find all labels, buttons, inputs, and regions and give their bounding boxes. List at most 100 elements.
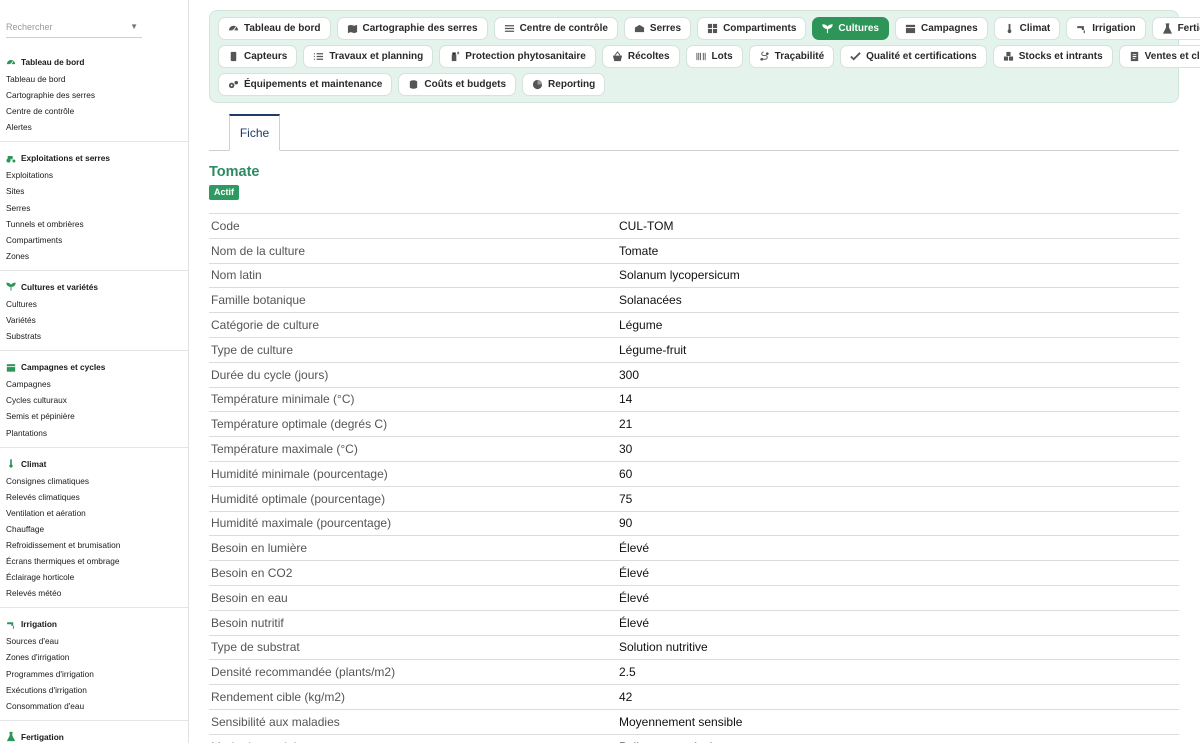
module-button[interactable]: Reporting: [522, 73, 606, 96]
field-row: Code CUL-TOM: [209, 214, 1179, 239]
sidebar-item[interactable]: Variétés: [0, 312, 188, 328]
sidebar-item[interactable]: Chauffage: [0, 521, 188, 537]
barcode-icon: [696, 51, 707, 62]
sidebar-item[interactable]: Semis et pépinière: [0, 408, 188, 424]
module-button[interactable]: Serres: [623, 17, 692, 40]
sidebar-item[interactable]: Tunnels et ombrières: [0, 216, 188, 232]
sidebar-item[interactable]: Zones d'irrigation: [0, 649, 188, 665]
field-label: Sensibilité aux maladies: [211, 714, 340, 729]
sidebar-item[interactable]: Programmes d'irrigation: [0, 666, 188, 682]
field-row: Durée du cycle (jours) 300: [209, 363, 1179, 388]
module-button[interactable]: Compartiments: [697, 17, 807, 40]
sidebar-item[interactable]: Serres: [0, 200, 188, 216]
module-button[interactable]: Traçabilité: [748, 45, 835, 68]
gears-icon: [228, 79, 239, 90]
field-value: Légume-fruit: [619, 342, 687, 357]
sidebar-item[interactable]: Plantations: [0, 425, 188, 441]
search-box[interactable]: ▼: [6, 16, 142, 38]
sidebar-item[interactable]: Campagnes: [0, 376, 188, 392]
module-row: Capteurs Travaux et planning Protection ph…: [218, 45, 1200, 68]
sidebar-item[interactable]: Compartiments: [0, 232, 188, 248]
sidebar-item[interactable]: Sources d'eau: [0, 633, 188, 649]
flask-icon: [1162, 23, 1173, 34]
sidebar-item[interactable]: Cartographie des serres: [0, 87, 188, 103]
sidebar-group: Campagnes et cycles Campagnes Cycles cultu…: [0, 351, 188, 448]
module-button-label: Irrigation: [1092, 23, 1136, 34]
module-button-label: Travaux et planning: [329, 51, 424, 62]
sidebar-item[interactable]: Substrats: [0, 328, 188, 344]
boxes-icon: [1003, 51, 1014, 62]
module-button[interactable]: Centre de contrôle: [493, 17, 618, 40]
module-button[interactable]: Lots: [685, 45, 743, 68]
pie-chart-icon: [532, 79, 543, 90]
sidebar-group-header[interactable]: Irrigation: [0, 617, 188, 631]
sidebar-item[interactable]: Relevés météo: [0, 585, 188, 601]
module-button-label: Lots: [711, 51, 733, 62]
sliders-icon: [504, 23, 515, 34]
chevron-down-icon[interactable]: ▼: [130, 22, 138, 31]
module-button-label: Centre de contrôle: [519, 23, 608, 34]
sidebar-group-header[interactable]: Fertigation: [0, 730, 188, 743]
sensor-icon: [228, 51, 239, 62]
module-button[interactable]: Campagnes: [894, 17, 988, 40]
module-button[interactable]: Fertigation: [1151, 17, 1200, 40]
field-row: Famille botanique Solanacées: [209, 288, 1179, 314]
sidebar-group: Irrigation Sources d'eau Zones d'irrigatio…: [0, 608, 188, 721]
module-button[interactable]: Équipements et maintenance: [218, 73, 393, 96]
sidebar-item[interactable]: Ventilation et aération: [0, 505, 188, 521]
sidebar-item[interactable]: Sites: [0, 183, 188, 199]
sidebar-item[interactable]: Centre de contrôle: [0, 103, 188, 119]
tab-fiche[interactable]: Fiche: [229, 114, 280, 151]
sidebar-item[interactable]: Exécutions d'irrigation: [0, 682, 188, 698]
module-button-label: Récoltes: [627, 51, 670, 62]
sidebar-item[interactable]: Relevés climatiques: [0, 489, 188, 505]
sidebar-item[interactable]: Alertes: [0, 119, 188, 135]
sidebar-group-title: Irrigation: [21, 619, 57, 630]
search-input[interactable]: [6, 16, 142, 36]
module-button[interactable]: Qualité et certifications: [840, 45, 987, 68]
field-value: Solanacées: [619, 293, 682, 308]
sidebar-item[interactable]: Exploitations: [0, 167, 188, 183]
module-button[interactable]: Climat: [993, 17, 1061, 40]
module-button[interactable]: Cultures: [812, 17, 889, 40]
field-value: Élevé: [619, 541, 650, 556]
sidebar-item[interactable]: Consommation d'eau: [0, 698, 188, 714]
module-button-label: Traçabilité: [774, 51, 825, 62]
sidebar-group-header[interactable]: Climat: [0, 457, 188, 471]
record-tabs: Fiche: [209, 114, 1179, 151]
field-row: Catégorie de culture Légume: [209, 313, 1179, 338]
sidebar-item[interactable]: Tableau de bord: [0, 71, 188, 87]
field-row: Humidité optimale (pourcentage) 75: [209, 487, 1179, 512]
sidebar-group-header[interactable]: Exploitations et serres: [0, 151, 188, 165]
field-row: Rendement cible (kg/m2) 42: [209, 685, 1179, 710]
module-button[interactable]: Irrigation: [1066, 17, 1146, 40]
seedling-icon: [6, 282, 16, 292]
spray-icon: [449, 51, 460, 62]
sidebar-item[interactable]: Zones: [0, 248, 188, 264]
greenhouse-icon: [634, 23, 645, 34]
module-button[interactable]: Stocks et intrants: [992, 45, 1113, 68]
sidebar-item[interactable]: Écrans thermiques et ombrage: [0, 553, 188, 569]
module-button[interactable]: Protection phytosanitaire: [439, 45, 596, 68]
list-icon: [313, 51, 324, 62]
module-button[interactable]: Capteurs: [218, 45, 298, 68]
module-button[interactable]: Coûts et budgets: [398, 73, 517, 96]
field-label: Besoin en eau: [211, 590, 288, 605]
module-button[interactable]: Ventes et clients: [1118, 45, 1200, 68]
sidebar-group-header[interactable]: Cultures et variétés: [0, 280, 188, 294]
sidebar-item[interactable]: Cultures: [0, 296, 188, 312]
field-label: Nom de la culture: [211, 243, 306, 258]
sidebar-group-header[interactable]: Tableau de bord: [0, 55, 188, 69]
module-button[interactable]: Récoltes: [601, 45, 680, 68]
sidebar-group-header[interactable]: Campagnes et cycles: [0, 360, 188, 374]
module-button[interactable]: Tableau de bord: [218, 17, 331, 40]
status-badge: Actif: [209, 185, 239, 200]
sidebar-item[interactable]: Éclairage horticole: [0, 569, 188, 585]
faucet-icon: [1076, 23, 1087, 34]
module-button[interactable]: Travaux et planning: [303, 45, 434, 68]
module-button-label: Climat: [1019, 23, 1051, 34]
sidebar-item[interactable]: Cycles culturaux: [0, 392, 188, 408]
sidebar-item[interactable]: Consignes climatiques: [0, 473, 188, 489]
sidebar-item[interactable]: Refroidissement et brumisation: [0, 537, 188, 553]
module-button[interactable]: Cartographie des serres: [336, 17, 488, 40]
